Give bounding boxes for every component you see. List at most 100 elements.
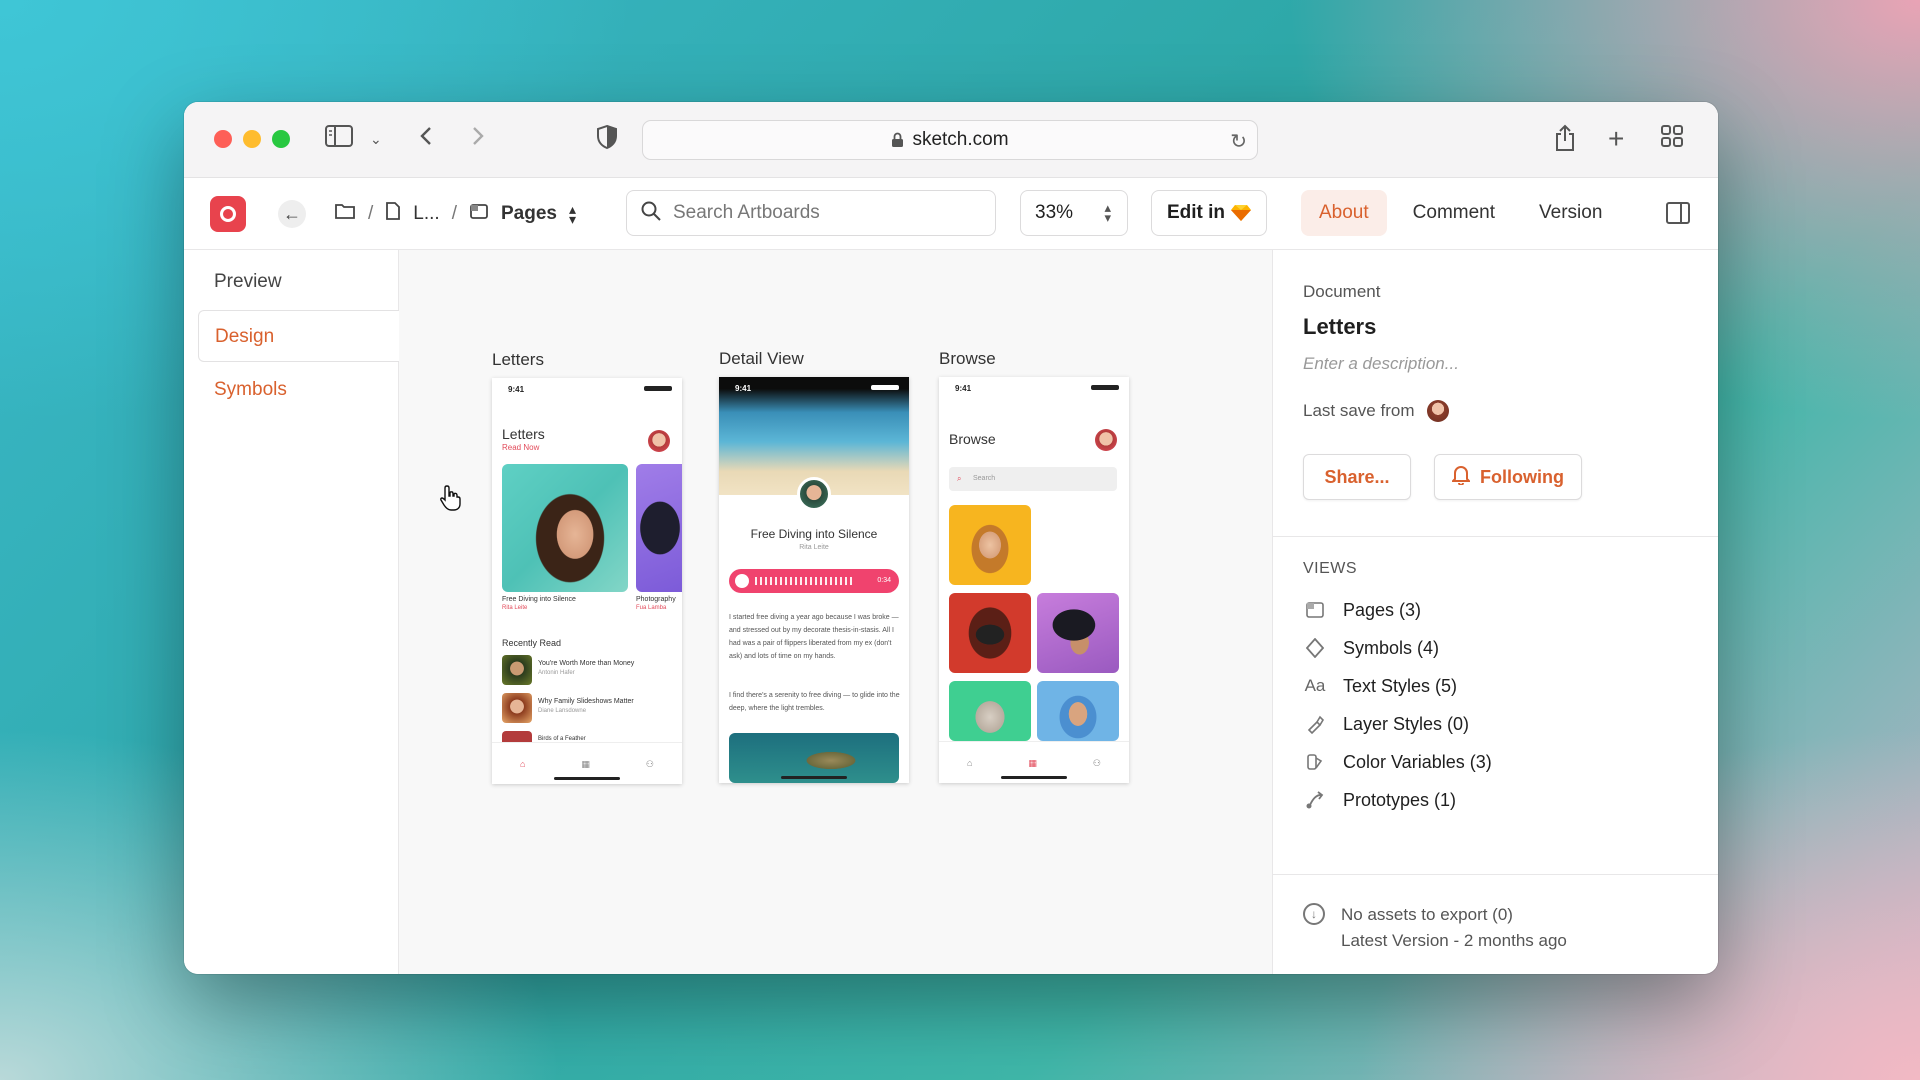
card-image-photography [636,464,682,592]
artboard-browse[interactable]: 9:41 Browse ⌕ Search ⌂ ▦ ⚇ [939,377,1129,783]
tab-bar-icons: ⌂ ▦ ⚇ [492,759,682,770]
export-info: ↓ No assets to export (0) Latest Version… [1303,902,1567,954]
description-field[interactable]: Enter a description... [1303,354,1459,374]
view-item-text-styles[interactable]: Aa Text Styles (5) [1303,672,1457,700]
zoom-window-button[interactable] [272,130,290,148]
article-paragraph: I find there's a serenity to free diving… [729,692,900,712]
avatar[interactable] [1426,400,1449,422]
list-item-thumb [502,655,532,685]
document-icon [385,201,401,227]
tab-version[interactable]: Version [1521,190,1620,236]
sketch-logo-icon[interactable] [210,196,246,232]
nav-preview[interactable]: Preview [198,256,400,308]
document-title[interactable]: Letters [1303,314,1376,340]
left-sidebar: Preview Design Symbols [184,250,400,974]
edit-in-sketch-button[interactable]: Edit in [1151,190,1267,236]
view-item-color-variables[interactable]: Color Variables (3) [1303,748,1492,776]
window-controls [214,130,290,148]
address-bar[interactable]: sketch.com ↻ [642,120,1258,160]
artboard-canvas[interactable]: Letters 9:41 Letters Read Now Free Divin… [399,250,1272,974]
view-label: Text Styles (5) [1343,675,1458,696]
pages-dropdown[interactable]: Pages [501,203,557,225]
tab-comment[interactable]: Comment [1395,190,1513,236]
new-tab-icon[interactable]: + [1608,124,1624,154]
card2-title: Photography [636,596,676,603]
symbol-diamond-icon [1303,636,1327,660]
tab-overview-icon[interactable] [1660,124,1684,156]
privacy-shield-icon[interactable] [596,124,618,158]
article-title: Free Diving into Silence [750,527,878,541]
reload-icon[interactable]: ↻ [1230,129,1247,154]
share-button[interactable]: Share... [1303,454,1411,500]
status-time: 9:41 [735,384,752,393]
zoom-control[interactable]: 33% ▴ ▾ [1020,190,1128,236]
last-save-label: Last save from [1303,401,1415,420]
list-item-author: Antonin Hafer [538,670,575,676]
view-item-symbols[interactable]: Symbols (4) [1303,634,1439,662]
view-item-prototypes[interactable]: Prototypes (1) [1303,786,1456,814]
sidebar-toggle-icon[interactable] [324,124,354,156]
search-input[interactable] [673,202,973,224]
grid-tab-icon: ▦ [1028,758,1037,768]
back-arrow-icon[interactable]: ← [278,200,306,228]
zoom-value: 33% [1035,202,1074,223]
grid-photo [1037,681,1119,741]
folder-icon[interactable] [334,202,356,226]
artboard-label-detail-view[interactable]: Detail View [719,349,804,369]
back-icon[interactable] [418,124,434,156]
view-item-layer-styles[interactable]: Layer Styles (0) [1303,710,1469,738]
sketch-diamond-icon [1231,204,1252,222]
divider [1273,874,1718,875]
browse-search-placeholder: Search [973,475,996,482]
artboard-label-letters[interactable]: Letters [492,350,544,370]
last-save-info: Last save from [1303,400,1449,422]
chevron-updown-icon[interactable]: ▴ ▾ [569,202,576,226]
grid-photo [949,593,1031,673]
nav-symbols[interactable]: Symbols [198,364,400,416]
home-tab-icon: ⌂ [966,758,973,768]
view-label: Prototypes (1) [1343,789,1457,810]
prototype-icon [1303,788,1327,812]
share-icon[interactable] [1554,124,1576,160]
close-window-button[interactable] [214,130,232,148]
breadcrumb-document[interactable]: L... [413,203,439,225]
home-indicator [1001,776,1067,779]
view-label: Symbols (4) [1343,637,1440,658]
status-icons [644,386,672,391]
card2-author: Fua Lamba [636,605,667,611]
view-item-pages[interactable]: Pages (3) [1303,596,1421,624]
minimize-window-button[interactable] [243,130,261,148]
artboard-detail-view[interactable]: 9:41 Free Diving into Silence Rita Leite… [719,377,909,783]
forward-icon[interactable] [470,124,486,156]
following-button[interactable]: Following [1434,454,1582,500]
pages-icon [469,202,489,226]
card-image-portrait [502,464,628,592]
avatar [648,430,670,452]
avatar [1095,429,1117,451]
chevron-down-icon[interactable]: ⌄ [370,124,382,154]
status-time: 9:41 [508,385,525,394]
app-toolbar: ← / L... / Pages ▴▾ 33% ▴▾ [184,178,1718,250]
chevron-updown-icon[interactable]: ▴ ▾ [1104,201,1111,224]
home-indicator [781,776,847,779]
search-artboards-field[interactable] [626,190,996,236]
edit-in-label: Edit in [1166,202,1226,223]
card1-title: Free Diving into Silence [502,596,576,603]
people-tab-icon: ⚇ [645,759,654,769]
divider [1273,536,1718,537]
view-label: Color Variables (3) [1343,751,1492,772]
artboard-letters[interactable]: 9:41 Letters Read Now Free Diving into S… [492,378,682,784]
artboard-label-browse[interactable]: Browse [939,349,996,369]
people-tab-icon: ⚇ [1092,758,1101,768]
browser-window: ⌄ sketch.com ↻ + ← / L... / Pages ▴ ▾ Se… [184,102,1718,974]
grid-photo [949,505,1031,585]
tab-about[interactable]: About [1301,190,1387,236]
latest-version-text[interactable]: Latest Version - 2 months ago [1341,928,1567,954]
list-item-thumb [502,693,532,723]
browse-title: Browse [949,431,996,447]
author-avatar [797,477,831,511]
read-now-label: Read Now [502,443,540,452]
url-text: sketch.com [912,129,1009,150]
toggle-panel-icon[interactable] [1666,202,1690,224]
nav-design[interactable]: Design [198,310,400,362]
